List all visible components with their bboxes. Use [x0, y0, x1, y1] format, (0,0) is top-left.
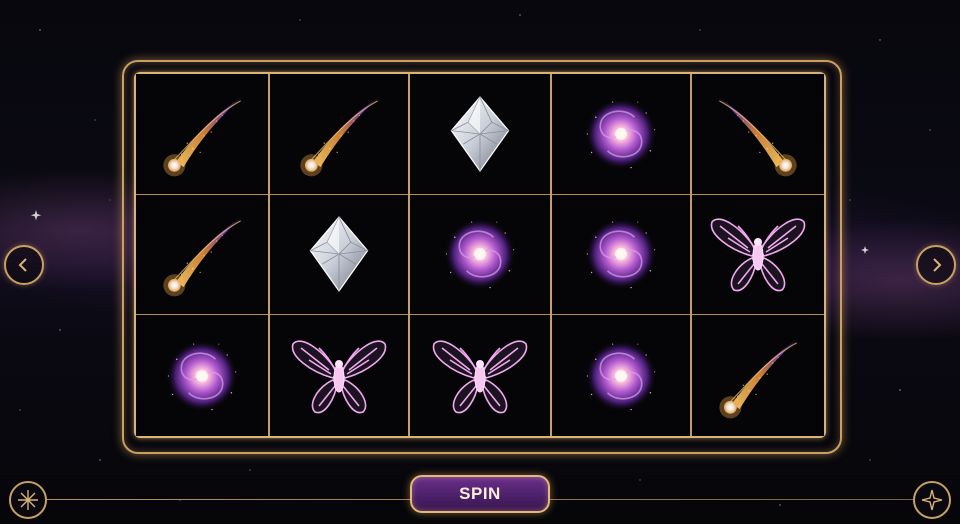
reel-cell [410, 315, 550, 436]
galaxy-icon [579, 92, 663, 176]
chevron-right-icon [933, 258, 942, 272]
reel-cell [692, 74, 824, 195]
galaxy-icon [579, 334, 663, 418]
reel-cell [136, 194, 268, 316]
reel-4 [552, 74, 692, 436]
comet-icon [156, 88, 248, 180]
next-button[interactable] [916, 245, 956, 285]
comet-icon [712, 88, 804, 180]
reel-cell [410, 74, 550, 195]
galaxy-icon [579, 212, 663, 296]
reel-cell [136, 74, 268, 195]
reel-cell [270, 74, 408, 195]
moth-icon [430, 326, 530, 426]
prev-button[interactable] [4, 245, 44, 285]
comet-icon [712, 330, 804, 422]
moth-icon [289, 326, 389, 426]
galaxy-icon [438, 212, 522, 296]
spin-button[interactable]: SPIN [410, 475, 550, 513]
spin-label: SPIN [459, 484, 501, 503]
four-point-star-icon [921, 489, 943, 511]
reel-cell [270, 194, 408, 316]
reel-cell [692, 315, 824, 436]
reel-3 [410, 74, 552, 436]
reel-cell [270, 315, 408, 436]
chevron-left-icon [18, 258, 27, 272]
comet-icon [293, 88, 385, 180]
diamond-icon [438, 92, 522, 176]
reel-1 [136, 74, 270, 436]
reel-cell [552, 74, 690, 195]
reel-cell [552, 194, 690, 316]
reel-5 [692, 74, 824, 436]
diamond-icon [297, 212, 381, 296]
reel-cell [552, 315, 690, 436]
reel-cell [692, 194, 824, 316]
reel-cell [136, 315, 268, 436]
sparkle-burst-icon [18, 490, 38, 510]
reel-grid [134, 72, 826, 438]
galaxy-icon [160, 334, 244, 418]
bonus-button[interactable] [913, 481, 951, 519]
moth-icon [708, 204, 808, 304]
reel-2 [270, 74, 410, 436]
reel-cell [410, 194, 550, 316]
menu-button[interactable] [9, 481, 47, 519]
comet-icon [156, 208, 248, 300]
